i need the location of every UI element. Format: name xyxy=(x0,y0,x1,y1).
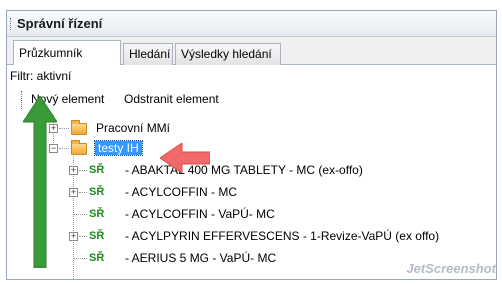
expand-icon[interactable]: + xyxy=(69,232,78,241)
panel-title: Správní řízení xyxy=(17,16,103,31)
tree-node-testy-ih[interactable]: − testy IH xyxy=(7,139,487,159)
tree-item[interactable]: + SŘ - ACYLCOFFIN - MC xyxy=(7,183,496,203)
tree-item-label[interactable]: - ACYLPYRIN EFFERVESCENS - 1-Revize-VaPÚ… xyxy=(125,229,439,243)
red-left-arrow-annotation xyxy=(160,143,210,173)
tree-item[interactable]: + SŘ - ABAKTAL 400 MG TABLETY - MC (ex-o… xyxy=(7,161,496,181)
panel-titlebar: Správní řízení xyxy=(7,11,496,37)
sr-badge: SŘ xyxy=(89,164,105,176)
tree-connector xyxy=(79,236,87,237)
explorer-panel: Správní řízení Průzkumník Hledání Výsled… xyxy=(6,10,497,280)
expand-icon[interactable]: + xyxy=(69,166,78,175)
sr-badge: SŘ xyxy=(89,186,105,198)
expand-icon[interactable]: + xyxy=(69,188,78,197)
folder-icon xyxy=(71,120,87,135)
titlebar-grip[interactable] xyxy=(10,18,13,30)
tab-strip: Průzkumník Hledání Výsledky hledání xyxy=(7,37,496,66)
tree-item-label[interactable]: - ACYLCOFFIN - MC xyxy=(125,185,237,199)
tree-connector xyxy=(59,128,69,129)
tab-explorer[interactable]: Průzkumník xyxy=(13,40,121,66)
delete-element-button[interactable]: Odstranit element xyxy=(124,92,219,106)
green-up-arrow-annotation xyxy=(23,96,57,268)
sr-badge: SŘ xyxy=(89,252,105,264)
sr-badge: SŘ xyxy=(89,208,105,220)
tree-connector xyxy=(79,192,87,193)
tab-search[interactable]: Hledání xyxy=(123,43,173,65)
folder-open-icon xyxy=(71,140,87,155)
tree-item[interactable]: + SŘ - ACYLPYRIN EFFERVESCENS - 1-Revize… xyxy=(7,227,496,247)
tree-node-label[interactable]: Pracovní MMí xyxy=(96,121,170,135)
tree-node-pracovni[interactable]: + Pracovní MMí xyxy=(7,119,487,139)
tree-connector xyxy=(59,148,69,149)
explorer-content: Filtr: aktivní Nový element Odstranit el… xyxy=(7,65,496,279)
sr-badge: SŘ xyxy=(89,230,105,242)
tree-connector xyxy=(73,214,87,215)
tree-connector xyxy=(73,258,87,259)
toolbar: Nový element Odstranit element xyxy=(7,87,496,113)
tree-connector xyxy=(79,170,87,171)
filter-status: Filtr: aktivní xyxy=(10,69,72,83)
tree-node-label-selected[interactable]: testy IH xyxy=(94,140,143,156)
tab-search-results[interactable]: Výsledky hledání xyxy=(175,43,281,65)
tree-item-label[interactable]: - ACYLCOFFIN - VaPÚ- MC xyxy=(125,207,275,221)
watermark: JetScreenshot xyxy=(406,261,496,276)
tree-item-label[interactable]: - AERIUS 5 MG - VaPÚ- MC xyxy=(125,251,276,265)
tree-item[interactable]: SŘ - ACYLCOFFIN - VaPÚ- MC xyxy=(7,205,496,225)
